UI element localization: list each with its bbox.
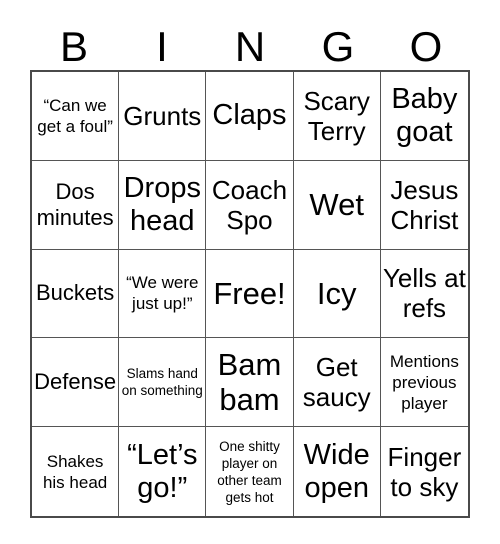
bingo-cell-r4c3[interactable]: Bam bam (206, 338, 294, 428)
bingo-cell-r1c5[interactable]: Baby goat (380, 72, 468, 161)
bingo-cell-label: Mentions previous player (389, 351, 459, 413)
bingo-cell-r5c4[interactable]: Wide open (293, 427, 381, 516)
bingo-cell-label: Drops head (123, 171, 201, 237)
bingo-cell-r3c5[interactable]: Yells at refs (380, 249, 468, 339)
bingo-cell-r2c3[interactable]: Coach Spo (206, 160, 294, 250)
header-letter-o: O (409, 23, 443, 70)
bingo-cell-r3c1[interactable]: Buckets (32, 249, 120, 339)
bingo-cell-r2c5[interactable]: Jesus Christ (380, 160, 468, 250)
bingo-cell-label: Jesus Christ (390, 174, 459, 235)
bingo-cell-r2c1[interactable]: Dos minutes (32, 160, 120, 250)
bingo-cell-r1c2[interactable]: Grunts (119, 72, 207, 161)
bingo-cell-label: Free! (213, 275, 286, 311)
bingo-cell-label: Yells at refs (382, 263, 466, 324)
bingo-cell-label: “We were just up!” (126, 273, 199, 314)
bingo-cell-r3c4[interactable]: Icy (293, 249, 381, 339)
bingo-cell-label: Claps (212, 99, 287, 132)
header-letter-n: N (234, 23, 266, 70)
header-letter-b: B (59, 23, 88, 70)
bingo-cell-label: Shakes his head (42, 451, 108, 492)
bingo-cell-r5c5[interactable]: Finger to sky (380, 427, 468, 516)
bingo-cell-label: Grunts (123, 100, 202, 131)
bingo-cell-label: Baby goat (391, 82, 458, 148)
bingo-cell-label: Scary Terry (303, 85, 370, 146)
header-letter-g: G (321, 23, 355, 70)
bingo-header: B I N G O (30, 18, 470, 70)
bingo-cell-r1c1[interactable]: “Can we get a foul” (32, 72, 120, 161)
bingo-cell-label: “Can we get a foul” (37, 95, 113, 136)
bingo-cell-r4c1[interactable]: Defense (32, 338, 120, 428)
bingo-cell-label: Bam bam (217, 347, 282, 418)
bingo-cell-r2c4[interactable]: Wet (293, 160, 381, 250)
bingo-cell-label: Buckets (35, 280, 115, 306)
bingo-cell-r2c2[interactable]: Drops head (119, 160, 207, 250)
bingo-cell-label: Get saucy (302, 352, 371, 413)
bingo-cell-label: Finger to sky (387, 441, 462, 502)
bingo-cell-label: Icy (316, 275, 357, 311)
bingo-cell-r1c4[interactable]: Scary Terry (293, 72, 381, 161)
bingo-cell-label: One shitty player on other team gets hot (217, 438, 282, 505)
bingo-cell-label: Slams hand on something (121, 366, 203, 399)
bingo-cell-label: Coach Spo (211, 174, 288, 235)
bingo-cell-r4c4[interactable]: Get saucy (293, 338, 381, 428)
bingo-cell-label: Defense (34, 369, 117, 395)
bingo-cell-free-space[interactable]: Free! (206, 249, 294, 339)
bingo-cell-r4c5[interactable]: Mentions previous player (380, 338, 468, 428)
bingo-cell-label: Dos minutes (36, 178, 114, 230)
bingo-cell-label: Wide open (303, 438, 370, 504)
bingo-cell-label: Wet (309, 187, 364, 223)
bingo-cell-r4c2[interactable]: Slams hand on something (119, 338, 207, 428)
bingo-cell-r3c2[interactable]: “We were just up!” (119, 249, 207, 339)
bingo-cell-r5c3[interactable]: One shitty player on other team gets hot (206, 427, 294, 516)
bingo-cell-r5c2[interactable]: “Let’s go!” (119, 427, 207, 516)
bingo-cell-r5c1[interactable]: Shakes his head (32, 427, 120, 516)
bingo-card: B I N G O “Can we get a foul” Grunts Cla… (0, 0, 500, 544)
header-letter-i: I (156, 23, 168, 70)
bingo-grid: “Can we get a foul” Grunts Claps Scary T… (30, 70, 470, 518)
bingo-cell-r1c3[interactable]: Claps (206, 72, 294, 161)
bingo-cell-label: “Let’s go!” (127, 438, 198, 504)
